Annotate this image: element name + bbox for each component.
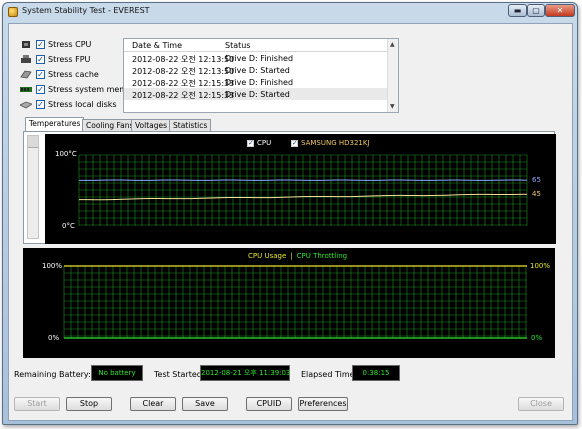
tab-cooling-fans[interactable]: Cooling Fans bbox=[82, 119, 138, 131]
legend-cpu-checkbox[interactable]: ✓ bbox=[247, 139, 254, 147]
log-row-status: Drive D: Started bbox=[225, 90, 290, 99]
log-row-status: Drive D: Started bbox=[225, 66, 290, 75]
usage-axis-min-right: 0% bbox=[531, 334, 543, 342]
everest-app-icon bbox=[8, 7, 18, 17]
legend-disk[interactable]: ✓ SAMSUNG HD321KJ bbox=[291, 139, 370, 147]
scroll-down-arrow-icon[interactable]: ▼ bbox=[390, 103, 395, 110]
stress-memory-checkbox[interactable]: ✓ bbox=[36, 85, 45, 94]
temperature-graph: ✓ CPU ✓ SAMSUNG HD321KJ 100°C 0°C 65 45 bbox=[45, 134, 556, 244]
battery-label: Remaining Battery: bbox=[14, 370, 91, 379]
tab-statistics[interactable]: Statistics bbox=[169, 119, 212, 131]
disk-temp-value: 45 bbox=[532, 190, 541, 198]
memory-icon bbox=[20, 85, 32, 94]
stress-cpu-checkbox[interactable]: ✓ bbox=[36, 40, 45, 49]
legend-disk-checkbox[interactable]: ✓ bbox=[291, 139, 298, 147]
stress-fpu-checkbox[interactable]: ✓ bbox=[36, 55, 45, 64]
tab-voltages[interactable]: Voltages bbox=[131, 119, 172, 131]
log-row-time: 2012-08-22 오전 12:15:33 bbox=[132, 91, 235, 100]
elapsed-time-label: Elapsed Time: bbox=[301, 370, 358, 379]
log-row[interactable]: 2012-08-22 오전 12:15:33 Drive D: Finished bbox=[124, 76, 398, 88]
legend-cpu-label: CPU bbox=[257, 139, 272, 147]
minimize-button[interactable]: ▬ bbox=[508, 4, 527, 17]
cpu-throttling-title: CPU Throttling bbox=[296, 252, 348, 260]
window-title: System Stability Test - EVEREST bbox=[22, 6, 150, 15]
save-button[interactable]: Save bbox=[182, 397, 228, 411]
log-column-status[interactable]: Status bbox=[225, 41, 251, 50]
log-row-status: Drive D: Finished bbox=[225, 54, 294, 63]
clear-button[interactable]: Clear bbox=[130, 397, 176, 411]
temperature-graph-canvas bbox=[78, 154, 528, 226]
disk-icon bbox=[19, 100, 33, 109]
temp-axis-min-label: 0°C bbox=[62, 222, 75, 230]
stress-cache-checkbox[interactable]: ✓ bbox=[36, 70, 45, 79]
cpu-usage-graph: CPU Usage | CPU Throttling 100% 0% 100% … bbox=[23, 248, 555, 358]
log-header: Date & Time Status bbox=[124, 39, 398, 52]
log-row[interactable]: 2012-08-22 오전 12:13:50 Drive D: Finished bbox=[124, 52, 398, 64]
battery-value: No battery bbox=[91, 365, 143, 381]
close-window-button[interactable]: ✕ bbox=[545, 4, 575, 17]
maximize-button[interactable]: ▢ bbox=[527, 4, 545, 17]
legend-disk-label: SAMSUNG HD321KJ bbox=[301, 139, 370, 147]
preferences-button[interactable]: Preferences bbox=[298, 397, 348, 411]
title-separator: | bbox=[290, 252, 293, 260]
stop-button[interactable]: Stop bbox=[66, 397, 112, 411]
log-row[interactable]: 2012-08-22 오전 12:15:33 Drive D: Started bbox=[124, 88, 398, 100]
cpu-temp-value: 65 bbox=[532, 176, 541, 184]
cpu-usage-title: CPU Usage bbox=[248, 252, 287, 260]
start-button[interactable]: Start bbox=[14, 397, 60, 411]
test-started-label: Test Started: bbox=[154, 370, 205, 379]
log-scrollbar[interactable]: ▲ ▼ bbox=[387, 39, 398, 112]
title-bar[interactable]: System Stability Test - EVEREST ▬ ▢ ✕ bbox=[3, 3, 577, 21]
cpu-usage-graph-canvas bbox=[63, 265, 527, 339]
close-button[interactable]: Close bbox=[518, 397, 564, 411]
stability-test-window: System Stability Test - EVEREST ▬ ▢ ✕ ✓ … bbox=[2, 2, 578, 425]
usage-graph-title: CPU Usage | CPU Throttling bbox=[248, 252, 347, 260]
cpuid-button[interactable]: CPUID bbox=[246, 397, 292, 411]
client-area: ✓ Stress CPU ✓ Stress FPU ✓ Stress cache bbox=[8, 23, 573, 421]
stress-cache-label: Stress cache bbox=[48, 70, 99, 79]
legend-cpu[interactable]: ✓ CPU bbox=[247, 139, 271, 147]
elapsed-time-value: 0:38:15 bbox=[352, 365, 400, 381]
usage-axis-max-left: 100% bbox=[42, 262, 63, 270]
log-row[interactable]: 2012-08-22 오전 12:13:50 Drive D: Started bbox=[124, 64, 398, 76]
log-column-datetime[interactable]: Date & Time bbox=[132, 41, 182, 50]
log-row-status: Drive D: Finished bbox=[225, 78, 294, 87]
tab-temperatures[interactable]: Temperatures bbox=[25, 117, 85, 131]
temp-axis-max-label: 100°C bbox=[55, 150, 77, 158]
stress-fpu-label: Stress FPU bbox=[48, 55, 91, 64]
scroll-thumb[interactable] bbox=[28, 136, 38, 148]
usage-axis-max-right: 100% bbox=[530, 262, 551, 270]
stress-disks-checkbox[interactable]: ✓ bbox=[36, 100, 45, 109]
usage-axis-min-left: 0% bbox=[48, 334, 60, 342]
cache-icon bbox=[20, 70, 32, 79]
event-log-list[interactable]: Date & Time Status 2012-08-22 오전 12:13:5… bbox=[123, 38, 399, 113]
test-started-value: 2012-08-21 오후 11:39:03 bbox=[200, 365, 290, 381]
item-scrollbar[interactable] bbox=[27, 135, 39, 239]
stress-cpu-label: Stress CPU bbox=[48, 40, 92, 49]
scroll-up-arrow-icon[interactable]: ▲ bbox=[390, 41, 395, 48]
fpu-icon bbox=[20, 55, 32, 64]
cpu-icon bbox=[20, 40, 32, 49]
stress-disks-label: Stress local disks bbox=[48, 100, 117, 109]
